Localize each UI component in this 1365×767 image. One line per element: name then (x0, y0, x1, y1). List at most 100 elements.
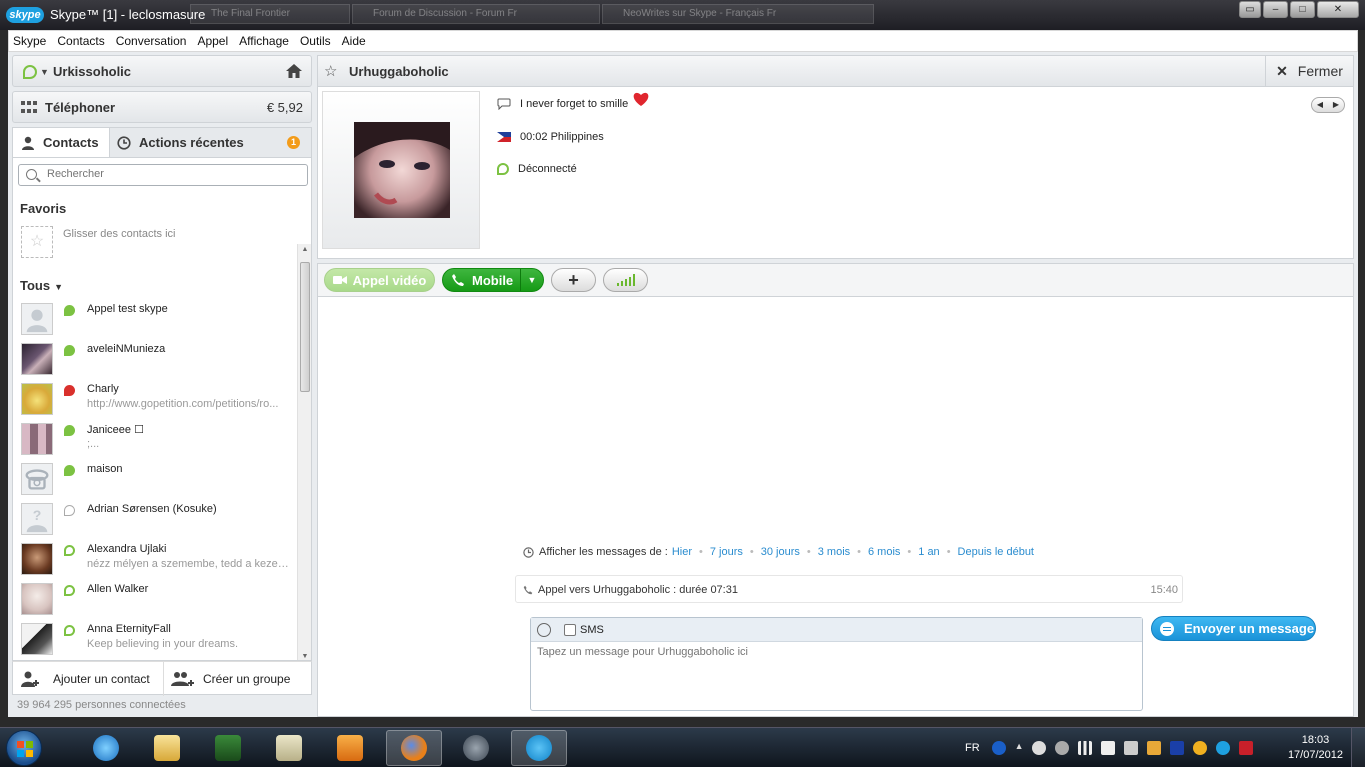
language-indicator[interactable]: FR (965, 742, 980, 754)
all-contacts-header[interactable]: Tous ▼ (20, 278, 63, 293)
scrollbar-thumb[interactable] (300, 262, 310, 392)
menu-aide[interactable]: Aide (342, 34, 366, 48)
contact-status-text: Déconnecté (518, 163, 577, 175)
contact-item[interactable]: Anna EternityFall Keep believing in your… (13, 621, 296, 660)
contact-item[interactable]: Janiceee ☐ ;... (13, 421, 296, 461)
contact-name: Adrian Sørensen (Kosuke) (87, 503, 217, 515)
send-message-button[interactable]: Envoyer un message (1151, 616, 1316, 641)
start-button[interactable] (6, 730, 42, 766)
online-status-icon[interactable] (23, 65, 37, 79)
chevron-right-icon[interactable]: ▶ (1328, 98, 1344, 112)
close-window-button[interactable]: ✕ (1317, 1, 1359, 18)
contacts-scrollbar[interactable]: ▲ ▼ (297, 244, 311, 660)
security-icon[interactable] (1146, 741, 1161, 755)
history-link-1-year[interactable]: 1 an (918, 546, 939, 558)
maximize-button[interactable]: □ (1290, 1, 1315, 18)
menu-contacts[interactable]: Contacts (57, 34, 104, 48)
chevron-down-icon[interactable]: ▼ (54, 282, 63, 292)
device-icon[interactable] (1169, 741, 1184, 755)
help-icon[interactable] (991, 741, 1006, 755)
history-link-6-months[interactable]: 6 mois (868, 546, 900, 558)
skype-tray-icon[interactable] (1215, 741, 1230, 755)
contact-item[interactable]: maison (13, 461, 296, 501)
online-status-icon (64, 425, 75, 436)
search-icon (26, 169, 37, 180)
chevron-down-icon[interactable]: ▼ (40, 67, 49, 77)
chat-bubble-icon (1160, 621, 1174, 636)
home-icon[interactable] (285, 62, 303, 80)
steam-tray-icon[interactable] (1054, 741, 1069, 755)
flag-icon[interactable] (1100, 741, 1115, 755)
call-quality-button[interactable] (603, 268, 648, 292)
call-phones-bar[interactable]: Téléphoner € 5,92 (12, 91, 312, 123)
menu-skype[interactable]: Skype (13, 34, 46, 48)
call-mobile-button[interactable]: Mobile ▼ (442, 268, 544, 292)
system-clock[interactable]: 18:03 17/07/2012 (1288, 733, 1343, 763)
user-status-bar[interactable]: ▼ Urkissoholic (12, 55, 312, 87)
background-window-tab[interactable]: Forum de Discussion - Forum Fr (352, 4, 600, 24)
chevron-left-icon[interactable]: ◀ (1312, 98, 1328, 112)
skype-credit[interactable]: € 5,92 (267, 100, 303, 115)
background-window-tab[interactable]: NeoWrites sur Skype - Français Fr (602, 4, 874, 24)
chevron-up-icon[interactable]: ▲ (1015, 741, 1024, 755)
message-input[interactable] (537, 646, 1135, 704)
favorite-star-icon[interactable]: ☆ (324, 62, 337, 80)
history-link-3-months[interactable]: 3 mois (818, 546, 850, 558)
show-desktop-button[interactable] (1351, 728, 1365, 767)
minus-circle-icon[interactable] (1031, 741, 1046, 755)
scroll-up-icon[interactable]: ▲ (300, 246, 310, 253)
taskbar-folder[interactable] (261, 730, 317, 766)
video-camera-icon (332, 276, 347, 284)
menu-outils[interactable]: Outils (300, 34, 331, 48)
scroll-down-icon[interactable]: ▼ (300, 653, 310, 660)
taskbar-skype[interactable] (511, 730, 567, 766)
create-group-button[interactable]: Créer un groupe (171, 662, 290, 696)
contact-item[interactable]: Appel test skype (13, 301, 296, 341)
contact-item[interactable]: Charly http://www.gopetition.com/petitio… (13, 381, 296, 421)
add-contact-button[interactable]: Ajouter un contact (21, 662, 150, 696)
steam-icon (463, 735, 489, 761)
taskbar-internet-explorer[interactable] (78, 730, 134, 766)
chevron-down-icon[interactable]: ▼ (520, 269, 543, 291)
menu-affichage[interactable]: Affichage (239, 34, 289, 48)
call-toolbar: Appel vidéo Mobile ▼ + (317, 263, 1354, 297)
firefox-icon (401, 735, 427, 761)
taskbar-media-player[interactable] (322, 730, 378, 766)
sms-checkbox[interactable] (564, 624, 576, 636)
close-conversation-button[interactable]: ✕ Fermer (1265, 56, 1353, 86)
background-window-tab[interactable]: The Final Frontier (190, 4, 350, 24)
clock-date: 17/07/2012 (1287, 749, 1343, 761)
history-link-yesterday[interactable]: Hier (672, 546, 692, 558)
taskbar-firefox[interactable] (386, 730, 442, 766)
minimize-button[interactable]: – (1263, 1, 1288, 18)
volume-icon[interactable] (1123, 741, 1138, 755)
history-link-since-start[interactable]: Depuis le début (958, 546, 1034, 558)
contact-item[interactable]: aveleiNMunieza (13, 341, 296, 381)
contact-name: Janiceee ☐ (87, 424, 144, 436)
restore-icon[interactable]: ▭ (1239, 1, 1261, 18)
skype-logo: skype (6, 7, 44, 23)
contact-item[interactable]: Alexandra Ujlaki nézz mélyen a szemembe,… (13, 541, 296, 581)
contact-item[interactable]: ? Adrian Sørensen (Kosuke) (13, 501, 296, 541)
contact-item[interactable]: Allen Walker (13, 581, 296, 621)
taskbar-game[interactable] (200, 730, 256, 766)
search-box[interactable] (18, 164, 308, 186)
menu-conversation[interactable]: Conversation (116, 34, 187, 48)
search-input[interactable] (47, 168, 297, 180)
antivirus-icon[interactable] (1238, 741, 1253, 755)
history-link-7-days[interactable]: 7 jours (710, 546, 743, 558)
network-icon[interactable] (1077, 741, 1092, 755)
emoticon-icon[interactable] (537, 623, 551, 637)
add-people-button[interactable]: + (551, 268, 596, 292)
menu-appel[interactable]: Appel (197, 34, 228, 48)
profile-picture[interactable] (354, 122, 450, 218)
video-call-button[interactable]: Appel vidéo (324, 268, 435, 292)
taskbar-steam[interactable] (448, 730, 504, 766)
tab-recent-actions[interactable]: Actions récentes 1 (113, 128, 308, 157)
profile-nav-arrows[interactable]: ◀ ▶ (1311, 97, 1345, 113)
signal-strength-icon (616, 274, 635, 286)
notification-icon[interactable] (1192, 741, 1207, 755)
tab-contacts[interactable]: Contacts (13, 128, 110, 157)
history-link-30-days[interactable]: 30 jours (761, 546, 800, 558)
taskbar-file-explorer[interactable] (139, 730, 195, 766)
